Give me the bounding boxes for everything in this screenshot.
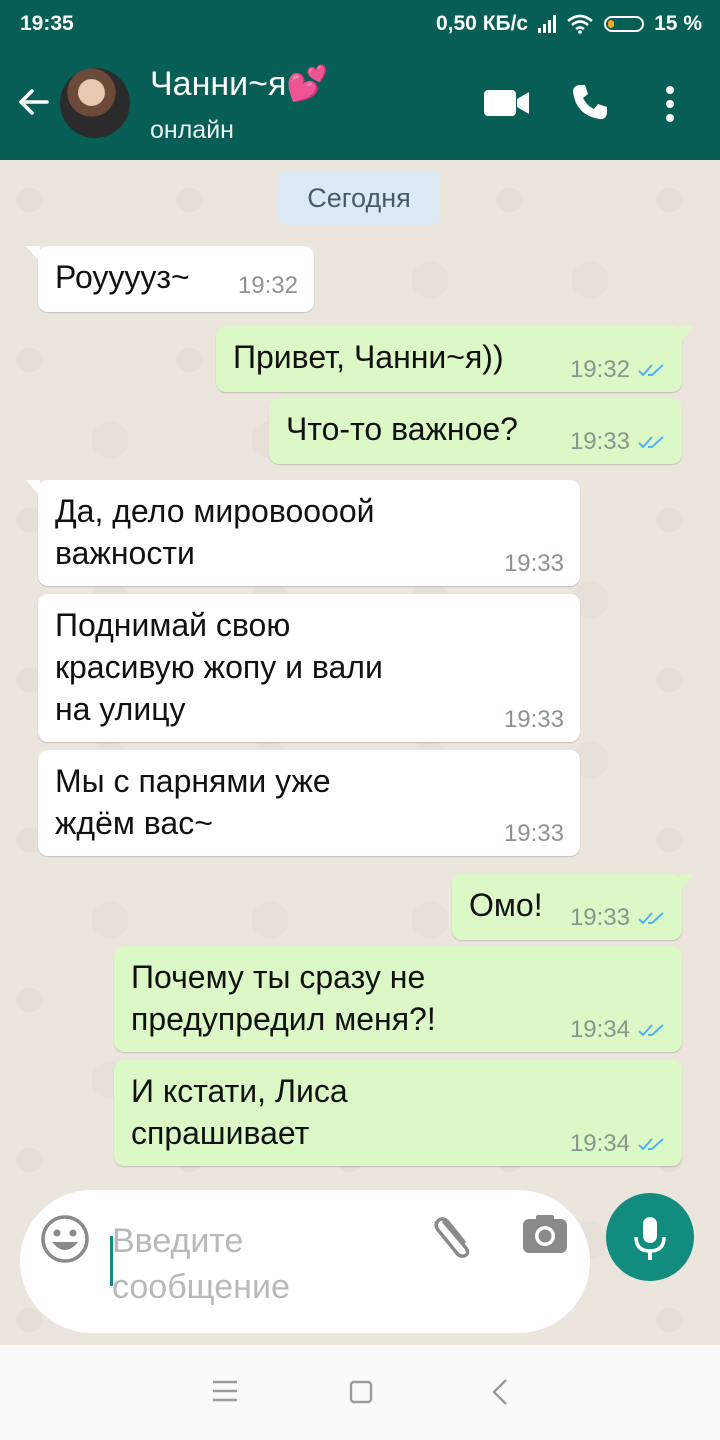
status-bar: 19:35 0,50 КБ/с 15 %: [0, 0, 720, 48]
message-time: 19:33: [503, 706, 564, 733]
read-receipt-icon: [638, 912, 664, 925]
message-time: 19:33: [569, 904, 630, 931]
avatar[interactable]: [60, 68, 130, 138]
contact-status: онлайн: [150, 116, 234, 144]
message-time: 19:32: [569, 356, 630, 383]
battery-percent: 15 %: [654, 12, 702, 35]
home-nav-icon[interactable]: [349, 1380, 373, 1404]
back-nav-icon[interactable]: [490, 1378, 510, 1406]
chat-header: Чанни~я💕 онлайн: [0, 48, 720, 160]
emoji-icon[interactable]: [40, 1214, 90, 1264]
more-options-icon[interactable]: [664, 86, 676, 122]
message-text: Омо!: [469, 887, 543, 923]
message-bubble-outgoing[interactable]: Что-то важное? 19:33: [269, 398, 682, 464]
contact-name[interactable]: Чанни~я💕: [150, 64, 329, 104]
date-chip: Сегодня: [278, 171, 440, 225]
message-text: Поднимай свою красивую жопу и вали на ул…: [55, 607, 383, 727]
status-time: 19:35: [20, 12, 74, 35]
message-time: 19:32: [237, 272, 298, 299]
message-text: Привет, Чанни~я)): [233, 339, 504, 375]
message-time: 19:33: [503, 550, 564, 577]
message-bubble-incoming[interactable]: Роууууз~ 19:32: [26, 246, 314, 312]
camera-icon[interactable]: [522, 1214, 568, 1254]
message-time: 19:33: [503, 820, 564, 847]
message-input[interactable]: Введите сообщение: [112, 1218, 402, 1310]
message-bubble-outgoing[interactable]: Привет, Чанни~я)) 19:32: [216, 326, 694, 392]
message-bubble-incoming[interactable]: Поднимай свою красивую жопу и вали на ул…: [38, 594, 580, 742]
microphone-icon: [634, 1217, 666, 1260]
wifi-icon: [567, 14, 593, 34]
read-receipt-icon: [638, 436, 664, 449]
message-time: 19:34: [569, 1016, 630, 1043]
back-arrow-icon[interactable]: [16, 84, 52, 120]
message-text: Почему ты сразу не предупредил меня?!: [131, 959, 436, 1037]
phone-call-icon[interactable]: [570, 82, 610, 122]
message-text: Роууууз~: [55, 259, 190, 295]
signal-icon: [538, 15, 557, 33]
message-text: Что-то важное?: [286, 411, 518, 447]
message-time: 19:34: [569, 1130, 630, 1157]
read-receipt-icon: [638, 1024, 664, 1037]
menu-nav-icon[interactable]: [212, 1380, 238, 1402]
video-call-icon[interactable]: [484, 88, 530, 118]
message-time: 19:33: [569, 428, 630, 455]
message-bubble-incoming[interactable]: Да, дело мировоооой важности 19:33: [26, 480, 580, 586]
message-text: Да, дело мировоооой важности: [55, 493, 375, 571]
message-bubble-incoming[interactable]: Мы с парнями уже ждём вас~ 19:33: [38, 750, 580, 856]
voice-message-button[interactable]: [606, 1193, 694, 1281]
message-bubble-outgoing[interactable]: И кстати, Лиса спрашивает 19:34: [114, 1060, 682, 1166]
message-bubble-outgoing[interactable]: Омо! 19:33: [452, 874, 694, 940]
read-receipt-icon: [638, 364, 664, 377]
battery-icon: [604, 16, 645, 32]
message-text: Мы с парнями уже ждём вас~: [55, 763, 331, 841]
message-composer: Введите сообщение: [20, 1190, 590, 1333]
read-receipt-icon: [638, 1138, 664, 1151]
chat-area[interactable]: Сегодня Роууууз~ 19:32 Привет, Чанни~я))…: [0, 160, 720, 1345]
system-nav-bar: [0, 1345, 720, 1440]
network-speed: 0,50 КБ/с: [435, 12, 529, 35]
message-bubble-outgoing[interactable]: Почему ты сразу не предупредил меня?! 19…: [114, 946, 682, 1052]
attach-icon[interactable]: [430, 1210, 480, 1260]
message-text: И кстати, Лиса спрашивает: [131, 1073, 348, 1151]
